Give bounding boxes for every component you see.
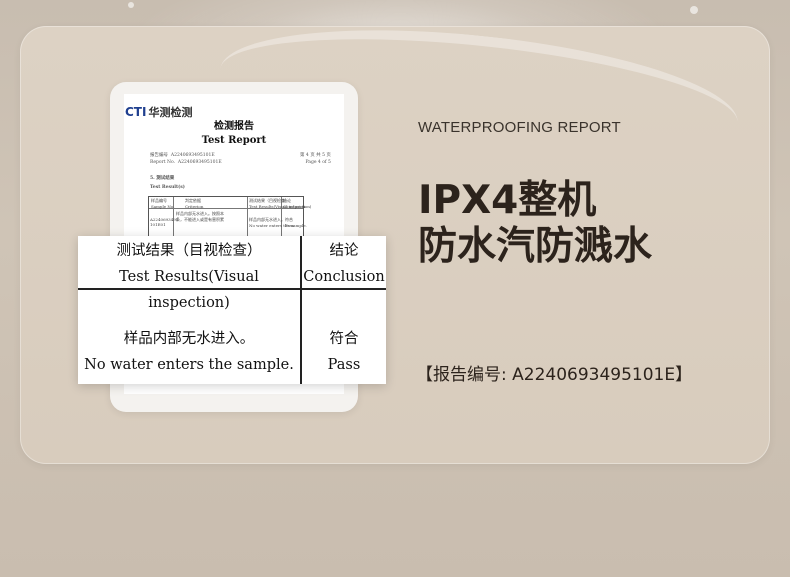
document-title-en: Test Report xyxy=(201,135,267,146)
mini-c1: A2240693495 101E01 xyxy=(150,217,179,227)
document-subsection: Test Result(s) xyxy=(150,185,185,190)
mini-h1: 样品编号 Sample No. xyxy=(151,198,175,209)
row-conclusion-en: Pass xyxy=(327,357,361,373)
row-results: 样品内部无水进入。 No water enters the sample. xyxy=(78,326,300,378)
header-conclusion-en: Conclusion xyxy=(303,269,385,285)
zoomed-results-table: 测试结果（目视检查） Test Results(Visual inspectio… xyxy=(78,236,386,384)
mini-c3: 样品内部无水进入。 No water enters the sample. xyxy=(249,217,307,228)
document-meta-right: 第 4 页 共 5 页 Page 4 of 5 xyxy=(300,153,331,165)
mini-h4: 结论 Conclusion xyxy=(283,198,306,209)
document-meta-left: 报告编号 A2240693495101E Report No. A2240693… xyxy=(150,153,222,165)
report-number: 【报告编号: A2240693495101E】 xyxy=(416,365,693,385)
mini-c4: 符合 Pass xyxy=(285,217,295,228)
headline-line-2: 防水汽防溅水 xyxy=(418,224,653,269)
mini-h2: 判定依据 Criterion xyxy=(185,198,204,209)
logo-text: CTI xyxy=(125,105,147,119)
water-drop xyxy=(690,6,698,14)
document-section: 5. 测试结果 xyxy=(150,176,175,181)
header-conclusion-cn: 结论 xyxy=(329,243,359,259)
headline-line-1: IPX4整机 xyxy=(418,178,597,223)
row-results-en: No water enters the sample. xyxy=(84,357,294,373)
row-conclusion-cn: 符合 xyxy=(329,331,359,347)
document-title-cn: 检测报告 xyxy=(214,121,254,132)
row-results-cn: 样品内部无水进入。 xyxy=(123,331,255,347)
water-drop xyxy=(128,2,134,8)
logo-text-cn: 华测检测 xyxy=(148,106,193,119)
header-results-en: Test Results(Visual inspection) xyxy=(119,269,259,311)
report-caption: WATERPROOFING REPORT xyxy=(418,119,621,136)
headline: IPX4整机 防水汽防溅水 xyxy=(418,178,652,270)
mini-c2: 样品内部无水进入。按照本 条，不能进入或是有害积累 xyxy=(176,211,224,222)
row-conclusion: 符合 Pass xyxy=(302,326,386,378)
cti-logo: CTI 华测检测 xyxy=(125,104,192,120)
mini-results-table: 样品编号 Sample No. 判定依据 Criterion 测试结果（目视检查… xyxy=(148,196,311,238)
document-title: 检测报告 Test Report xyxy=(124,120,344,148)
header-results: 测试结果（目视检查） Test Results(Visual inspectio… xyxy=(78,238,300,316)
header-conclusion: 结论 Conclusion xyxy=(302,238,386,290)
header-results-cn: 测试结果（目视检查） xyxy=(116,243,262,259)
